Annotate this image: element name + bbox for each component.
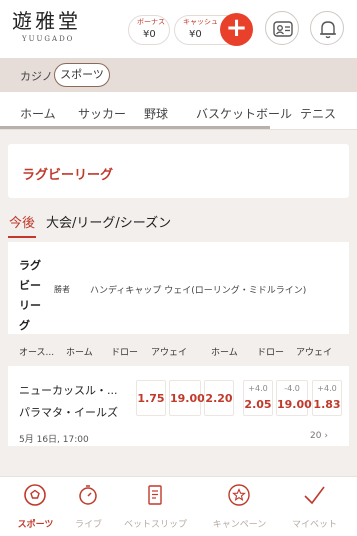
odds-button-draw[interactable]: 19.00 xyxy=(169,380,205,416)
main-content: ラグビーリーグ 今後 大会/リーグ/シーズン ラグ ビー リー グ 勝者 ハンデ… xyxy=(0,130,357,476)
logo-subtitle: YUUGADO xyxy=(22,35,75,43)
handicap-button-draw[interactable]: -4.0 19.00 xyxy=(276,380,312,416)
nav-label: キャンペーン xyxy=(212,520,267,530)
active-tab-underline xyxy=(8,236,36,238)
odds-value: 2.05 xyxy=(244,398,272,411)
deposit-button[interactable]: + xyxy=(220,13,253,46)
column-header-draw: ドロー xyxy=(111,348,139,358)
market-card: ラグ ビー リー グ 勝者 ハンディキャップ ウェイ(ローリング・ミドルライン)… xyxy=(8,242,349,446)
sport-name-line: ラグ xyxy=(19,259,41,272)
odds-value: 1.75 xyxy=(137,392,165,405)
tab-competitions[interactable]: 大会/リーグ/シーズン xyxy=(46,212,171,231)
column-header-draw: ドロー xyxy=(257,348,285,358)
sport-tab-basketball[interactable]: バスケットボール xyxy=(196,105,292,122)
sport-tab-baseball[interactable]: 野球 xyxy=(144,105,168,122)
odds-button-home[interactable]: 1.75 xyxy=(136,380,166,416)
nav-mybets[interactable]: マイベット xyxy=(279,477,350,536)
home-team-name[interactable]: ニューカッスル・... xyxy=(19,382,118,398)
handicap-button-away[interactable]: +4.0 1.83 xyxy=(312,380,342,416)
handicap-line: +4.0 xyxy=(317,384,337,393)
profile-icon xyxy=(273,21,293,37)
plus-icon: + xyxy=(225,13,248,43)
cash-value: ¥0 xyxy=(189,29,202,40)
column-header-away: アウェイ xyxy=(151,348,188,358)
category-casino[interactable]: カジノ xyxy=(20,68,53,84)
nav-live[interactable]: ライブ xyxy=(53,477,124,536)
league-title: ラグビーリーグ xyxy=(22,168,114,183)
logo-title: 遊雅堂 xyxy=(12,9,81,33)
sports-ball-icon xyxy=(24,484,46,506)
odds-button-away[interactable]: 2.20 xyxy=(204,380,234,416)
nav-label: ライブ xyxy=(74,520,102,530)
category-sports[interactable]: スポーツ xyxy=(54,63,110,87)
column-header-region[interactable]: オース... xyxy=(19,345,54,358)
period-tabs: 今後 大会/リーグ/シーズン xyxy=(0,200,357,240)
sport-name-line: グ xyxy=(19,319,30,332)
nav-campaign[interactable]: キャンペーン xyxy=(204,477,275,536)
market-winner-label: 勝者 xyxy=(54,285,70,294)
stopwatch-icon xyxy=(79,485,97,505)
odds-value: 19.00 xyxy=(277,398,312,411)
tab-upcoming[interactable]: 今後 xyxy=(9,212,35,231)
column-header-home: ホーム xyxy=(66,348,93,358)
sport-tab-home[interactable]: ホーム xyxy=(20,105,56,122)
market-handicap-label: ハンディキャップ ウェイ(ローリング・ミドルライン) xyxy=(90,286,307,296)
bonus-value: ¥0 xyxy=(143,29,156,40)
column-header-home: ホーム xyxy=(211,348,238,358)
nav-label: マイベット xyxy=(291,520,337,530)
column-header-row: オース... ホーム ドロー アウェイ ホーム ドロー アウェイ xyxy=(8,334,349,366)
category-switcher: カジノ スポーツ xyxy=(0,58,357,92)
bonus-balance[interactable]: ボーナス ¥0 xyxy=(128,15,170,45)
handicap-line: +4.0 xyxy=(248,384,268,393)
odds-value: 19.00 xyxy=(170,392,205,405)
sport-name-line: ビー xyxy=(19,279,41,292)
handicap-button-home[interactable]: +4.0 2.05 xyxy=(243,380,273,416)
more-markets-link[interactable]: 20 › xyxy=(310,431,328,441)
bell-icon xyxy=(320,21,336,39)
chevron-right-icon: › xyxy=(324,431,328,441)
market-sport-name: ラグ ビー リー グ xyxy=(19,256,47,336)
notifications-button[interactable] xyxy=(310,11,344,45)
column-header-away: アウェイ xyxy=(296,348,333,358)
bottom-navigation: スポーツ ライブ ベットスリップ キャンペーン マイベット xyxy=(0,476,357,536)
sport-tab-soccer[interactable]: サッカー xyxy=(78,105,126,122)
checkmark-icon xyxy=(304,486,325,505)
more-markets-count: 20 xyxy=(310,431,322,441)
betslip-icon xyxy=(148,485,162,505)
odds-value: 2.20 xyxy=(205,392,233,405)
nav-betslip[interactable]: ベットスリップ xyxy=(120,477,191,536)
sport-tab-tennis[interactable]: テニス xyxy=(300,105,336,122)
odds-value: 1.83 xyxy=(313,398,341,411)
away-team-name[interactable]: パラマタ・イールズ xyxy=(19,404,118,420)
tabs-scrollbar[interactable] xyxy=(0,126,270,129)
cash-label: キャッシュ xyxy=(183,18,218,26)
bonus-label: ボーナス xyxy=(137,18,165,26)
campaign-star-icon xyxy=(228,484,250,506)
header: 遊雅堂 YUUGADO ボーナス ¥0 キャッシュ ¥0 + xyxy=(0,0,357,58)
profile-button[interactable] xyxy=(265,11,299,45)
match-datetime: 5月 16日, 17:00 xyxy=(19,435,89,445)
logo[interactable]: 遊雅堂 YUUGADO xyxy=(12,10,86,43)
sport-name-line: リー xyxy=(19,299,41,312)
league-header-card: ラグビーリーグ xyxy=(8,144,349,198)
nav-label: ベットスリップ xyxy=(123,520,187,530)
sport-tabs: ホーム サッカー 野球 バスケットボール テニス xyxy=(0,92,357,130)
handicap-line: -4.0 xyxy=(284,384,300,393)
